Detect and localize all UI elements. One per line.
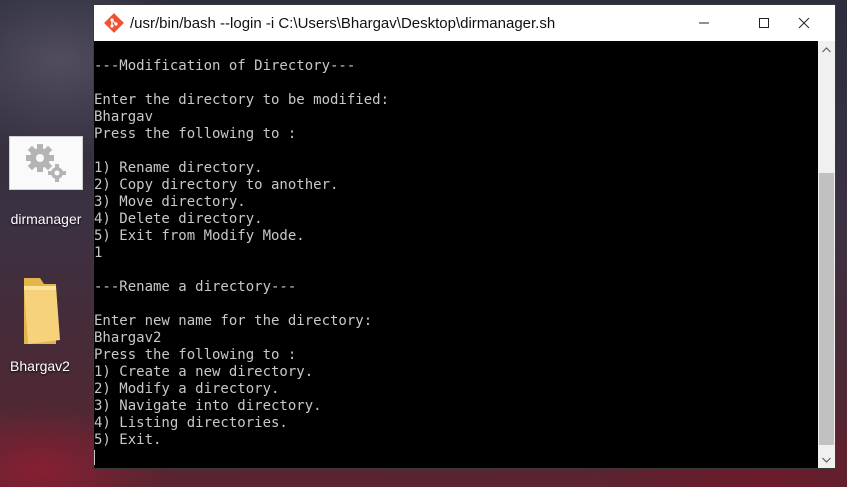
console-line: 3) Move directory. — [94, 194, 246, 210]
console-line: Press the following to : — [94, 347, 297, 363]
console-line: 2) Copy directory to another. — [94, 177, 339, 193]
console-line: 1 — [94, 245, 103, 261]
console-line: 4) Listing directories. — [94, 415, 288, 431]
close-icon — [798, 17, 810, 29]
minimize-icon — [699, 22, 709, 24]
console-line: Enter the directory to be modified: — [94, 92, 390, 108]
console-line: ---Rename a directory--- — [94, 279, 297, 295]
console-line: 4) Delete directory. — [94, 211, 263, 227]
text-cursor — [94, 449, 95, 465]
console-line: 3) Navigate into directory. — [94, 398, 322, 414]
chevron-down-icon — [822, 457, 831, 463]
console-line: ---Modification of Directory--- — [94, 58, 356, 74]
scrollbar-thumb[interactable] — [819, 173, 834, 445]
console-line: Bhargav — [94, 109, 154, 125]
console-prompt-line[interactable] — [94, 449, 818, 466]
console-output[interactable]: ---Modification of Directory--- Enter th… — [94, 41, 818, 468]
gears-icon — [9, 136, 83, 190]
console-line: 5) Exit from Modify Mode. — [94, 228, 305, 244]
desktop-icon-label: Bhargav2 — [10, 358, 70, 374]
console-line: Press the following to : — [94, 126, 297, 142]
console-line: 1) Create a new directory. — [94, 364, 314, 380]
scroll-up-button[interactable] — [818, 41, 835, 58]
console-line: 1) Rename directory. — [94, 160, 263, 176]
console-line: 2) Modify a directory. — [94, 381, 280, 397]
scroll-down-button[interactable] — [818, 451, 835, 468]
chevron-up-icon — [822, 46, 831, 52]
git-bash-icon — [104, 13, 124, 33]
console-line: 5) Exit. — [94, 432, 162, 448]
minimize-button[interactable] — [681, 5, 727, 41]
desktop-icon-dirmanager[interactable]: dirmanager — [0, 136, 92, 227]
console-line: Enter new name for the directory: — [94, 313, 373, 329]
folder-icon — [24, 278, 60, 344]
title-bar[interactable]: /usr/bin/bash --login -i C:\Users\Bharga… — [94, 5, 835, 41]
desktop-icon-label: dirmanager — [10, 211, 82, 227]
terminal-window[interactable]: /usr/bin/bash --login -i C:\Users\Bharga… — [93, 4, 836, 469]
close-button[interactable] — [781, 5, 827, 41]
desktop-icon-bhargav2[interactable]: Bhargav2 — [0, 274, 80, 374]
maximize-icon — [759, 18, 769, 28]
console-line: Bhargav2 — [94, 330, 162, 346]
vertical-scrollbar[interactable] — [818, 41, 835, 468]
window-title: /usr/bin/bash --login -i C:\Users\Bharga… — [130, 14, 556, 32]
